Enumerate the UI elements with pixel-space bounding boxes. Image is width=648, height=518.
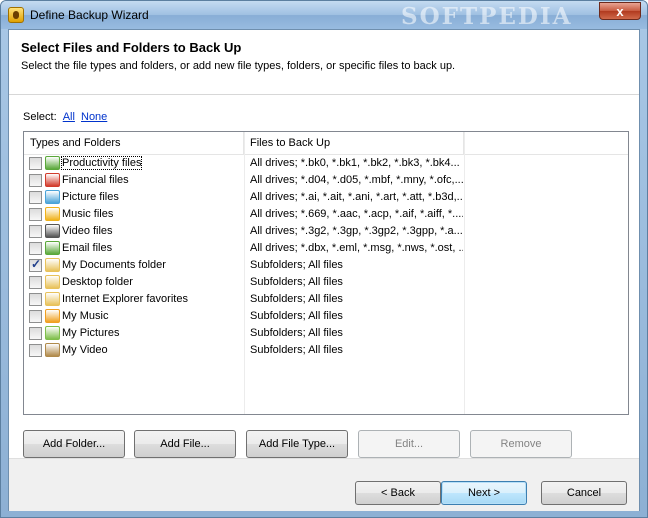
remove-button[interactable]: Remove xyxy=(470,430,572,458)
backup-app-icon xyxy=(8,7,24,23)
row-checkbox[interactable] xyxy=(29,242,42,255)
watermark: SOFTPEDIA xyxy=(401,3,573,30)
page-title: Select Files and Folders to Back Up xyxy=(21,40,242,55)
list-row[interactable]: Financial files All drives; *.d04, *.d05,… xyxy=(24,172,628,189)
row-checkbox[interactable] xyxy=(29,344,42,357)
music-icon xyxy=(45,207,60,221)
list-header: Types and Folders Files to Back Up xyxy=(24,132,628,155)
add-file-button[interactable]: Add File... xyxy=(134,430,236,458)
row-files-spec: Subfolders; All files xyxy=(250,259,343,271)
wizard-header: Select Files and Folders to Back Up Sele… xyxy=(9,30,639,95)
list-row[interactable]: Picture files All drives; *.ai, *.ait, *.… xyxy=(24,189,628,206)
row-type-name: Video files xyxy=(62,225,113,237)
select-none-link[interactable]: None xyxy=(81,111,107,123)
list-row[interactable]: My Documents folder Subfolders; All files xyxy=(24,257,628,274)
music-folder-icon xyxy=(45,309,60,323)
pictures-folder-icon xyxy=(45,326,60,340)
row-files-spec: All drives; *.bk0, *.bk1, *.bk2, *.bk3, … xyxy=(250,157,460,169)
row-checkbox[interactable] xyxy=(29,157,42,170)
video-film-icon xyxy=(45,224,60,238)
row-files-spec: Subfolders; All files xyxy=(250,293,343,305)
row-files-spec: All drives; *.ai, *.ait, *.ani, *.art, *… xyxy=(250,191,463,203)
close-icon: x xyxy=(616,4,624,19)
row-type-name: Music files xyxy=(62,208,114,220)
row-type-name: Picture files xyxy=(62,191,119,203)
row-checkbox[interactable] xyxy=(29,310,42,323)
video-folder-icon xyxy=(45,343,60,357)
edit-button[interactable]: Edit... xyxy=(358,430,460,458)
row-files-spec: All drives; *.dbx, *.eml, *.msg, *.nws, … xyxy=(250,242,463,254)
list-row[interactable]: My Pictures Subfolders; All files xyxy=(24,325,628,342)
select-all-link[interactable]: All xyxy=(63,111,75,123)
row-files-spec: All drives; *.d04, *.d05, *.mbf, *.mny, … xyxy=(250,174,463,186)
row-type-name: My Documents folder xyxy=(62,259,166,271)
add-file-type-button[interactable]: Add File Type... xyxy=(246,430,348,458)
row-type-name: Financial files xyxy=(62,174,129,186)
next-button[interactable]: Next > xyxy=(441,481,527,505)
row-checkbox[interactable] xyxy=(29,327,42,340)
row-checkbox[interactable] xyxy=(29,257,42,272)
column-header-files[interactable]: Files to Back Up xyxy=(244,132,464,154)
row-type-name: Email files xyxy=(62,242,113,254)
list-row[interactable]: My Music Subfolders; All files xyxy=(24,308,628,325)
back-button[interactable]: < Back xyxy=(355,481,441,505)
desktop-folder-icon xyxy=(45,275,60,289)
row-type-name: Internet Explorer favorites xyxy=(62,293,188,305)
list-row[interactable]: Desktop folder Subfolders; All files xyxy=(24,274,628,291)
email-icon xyxy=(45,241,60,255)
cancel-button[interactable]: Cancel xyxy=(541,481,627,505)
wizard-window: Define Backup Wizard SOFTPEDIA x Select … xyxy=(0,0,648,518)
row-checkbox[interactable] xyxy=(29,225,42,238)
list-row[interactable]: Productivity files All drives; *.bk0, *.b… xyxy=(24,155,628,172)
row-type-name: My Pictures xyxy=(62,327,120,339)
row-type-name: My Music xyxy=(62,310,109,322)
select-label: Select: xyxy=(23,111,57,123)
row-files-spec: Subfolders; All files xyxy=(250,327,343,339)
column-header-types[interactable]: Types and Folders xyxy=(24,132,244,154)
row-files-spec: Subfolders; All files xyxy=(250,344,343,356)
add-folder-button[interactable]: Add Folder... xyxy=(23,430,125,458)
row-type-name: Desktop folder xyxy=(62,276,133,288)
productivity-icon xyxy=(45,156,60,170)
row-files-spec: All drives; *.669, *.aac, *.acp, *.aif, … xyxy=(250,208,463,220)
row-type-name: My Video xyxy=(62,344,108,356)
close-button[interactable]: x xyxy=(599,2,641,20)
list-row[interactable]: Email files All drives; *.dbx, *.eml, *.m… xyxy=(24,240,628,257)
window-title: Define Backup Wizard xyxy=(30,8,149,22)
row-checkbox[interactable] xyxy=(29,191,42,204)
row-files-spec: All drives; *.3g2, *.3gp, *.3gp2, *.3gpp… xyxy=(250,225,463,237)
row-checkbox[interactable] xyxy=(29,174,42,187)
list-row[interactable]: Internet Explorer favorites Subfolders; A… xyxy=(24,291,628,308)
row-checkbox[interactable] xyxy=(29,276,42,289)
list-row[interactable]: Video files All drives; *.3g2, *.3gp, *.3… xyxy=(24,223,628,240)
list-row[interactable]: Music files All drives; *.669, *.aac, *.a… xyxy=(24,206,628,223)
row-type-name: Productivity files xyxy=(60,156,143,170)
favorites-folder-icon xyxy=(45,292,60,306)
row-files-spec: Subfolders; All files xyxy=(250,276,343,288)
select-row: Select: All None xyxy=(23,111,107,123)
row-checkbox[interactable] xyxy=(29,293,42,306)
wizard-footer: < Back Next > Cancel xyxy=(9,458,639,511)
list-row[interactable]: My Video Subfolders; All files xyxy=(24,342,628,359)
wizard-body: Select: All None Types and Folders Files… xyxy=(9,95,639,455)
documents-folder-icon xyxy=(45,258,60,272)
row-checkbox[interactable] xyxy=(29,208,42,221)
wizard-client-area: Select Files and Folders to Back Up Sele… xyxy=(8,29,640,511)
title-bar[interactable]: Define Backup Wizard SOFTPEDIA x xyxy=(1,1,647,30)
picture-icon xyxy=(45,190,60,204)
financial-chart-icon xyxy=(45,173,60,187)
types-and-folders-list[interactable]: Types and Folders Files to Back Up Produ… xyxy=(23,131,629,415)
page-subtitle: Select the file types and folders, or ad… xyxy=(21,60,456,72)
row-files-spec: Subfolders; All files xyxy=(250,310,343,322)
